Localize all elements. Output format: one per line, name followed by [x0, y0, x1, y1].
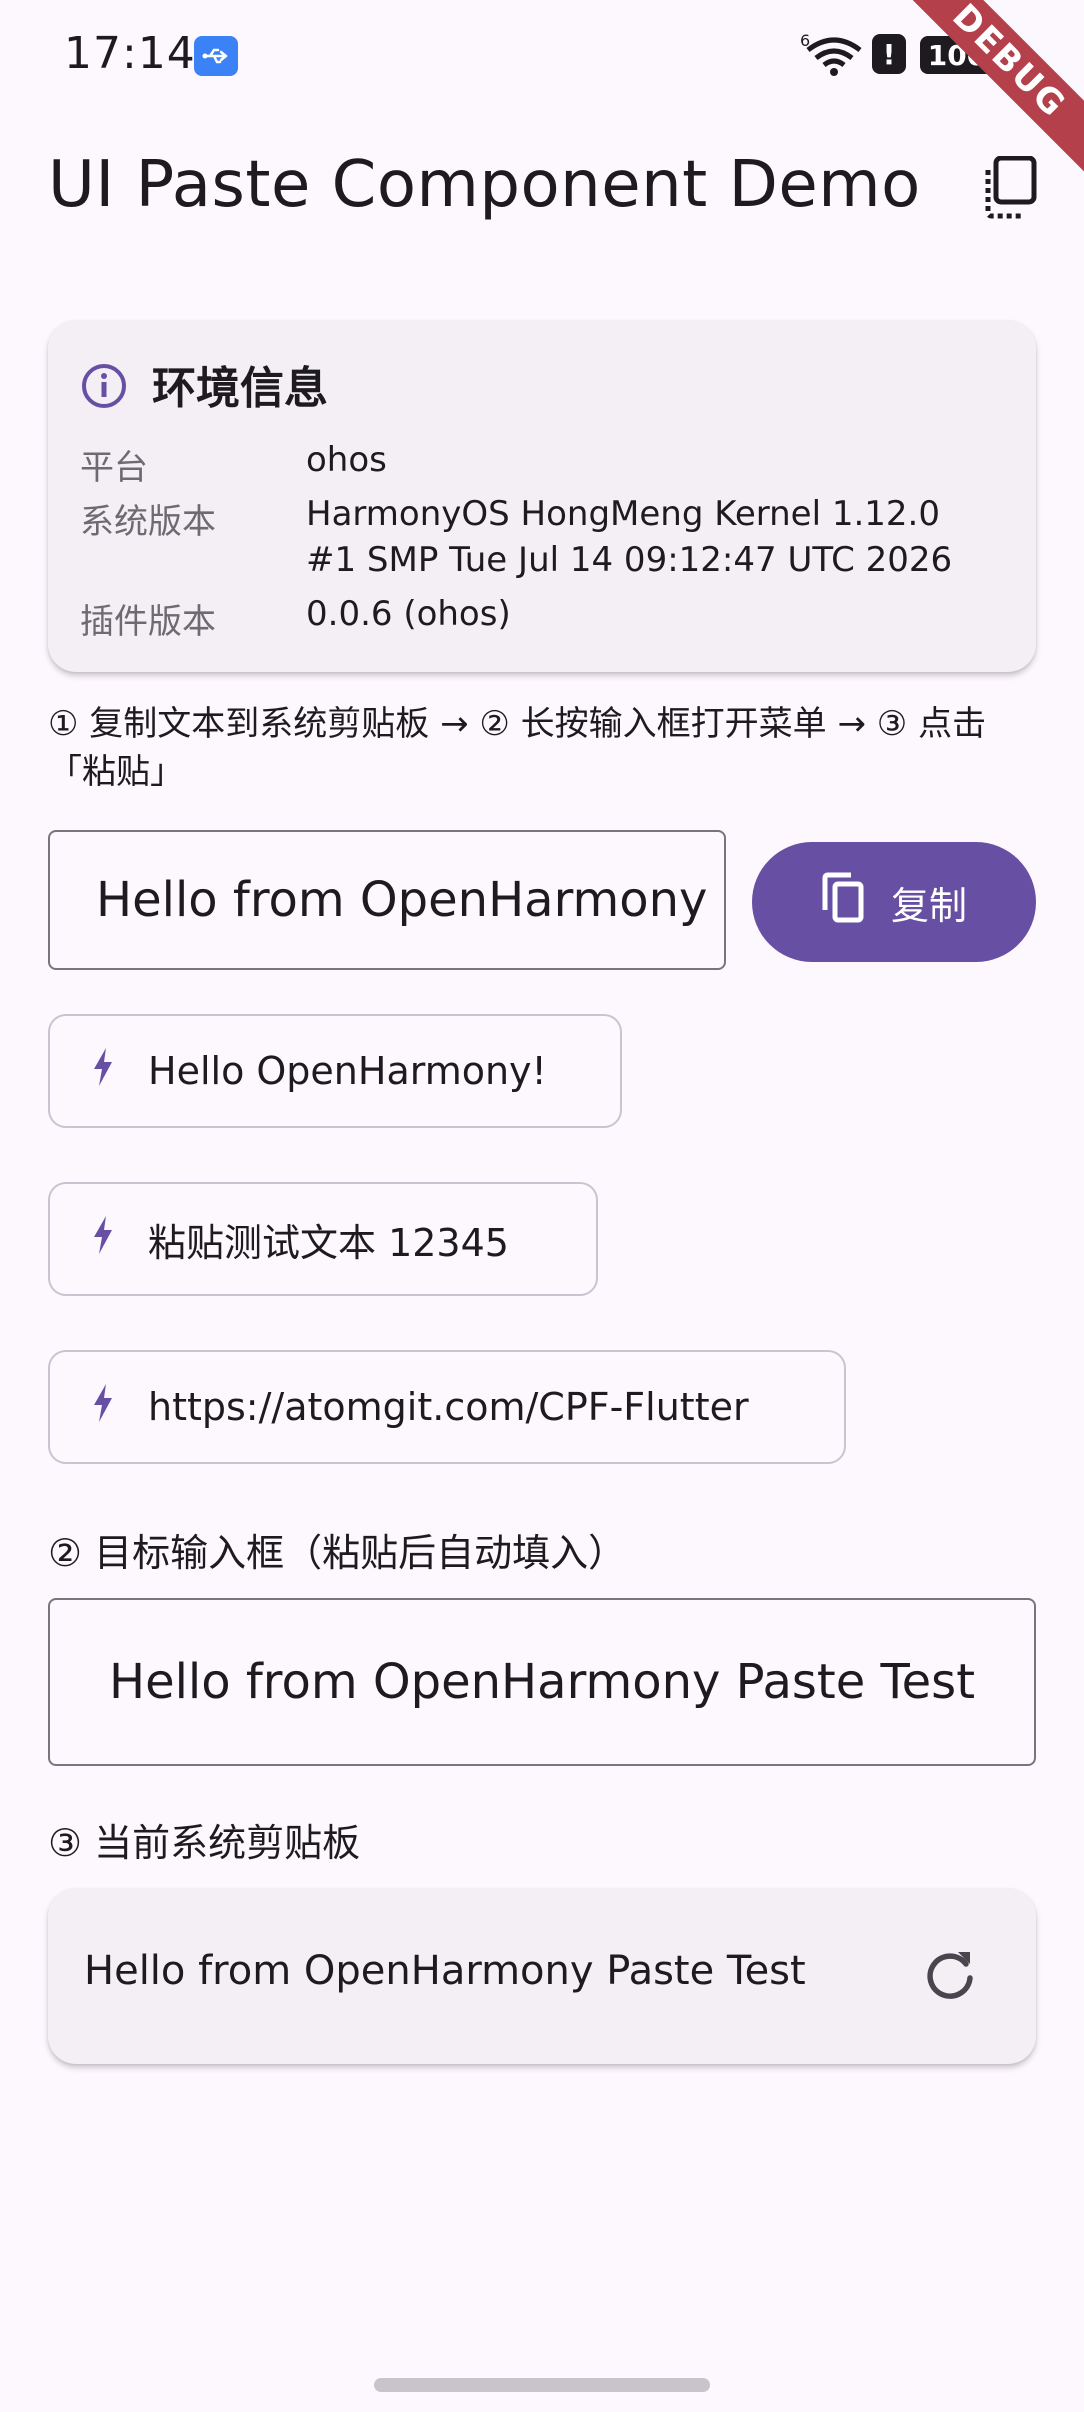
source-input[interactable]: [48, 830, 726, 970]
env-value-os-version-line1: HarmonyOS HongMeng Kernel 1.12.0: [306, 494, 940, 534]
refresh-icon[interactable]: [922, 1946, 978, 2006]
paste-icon[interactable]: [982, 155, 1038, 220]
chip-label: https://atomgit.com/CPF-Flutter: [148, 1385, 749, 1429]
copy-icon: [821, 872, 865, 933]
status-time: 17:14: [64, 28, 196, 79]
flash-icon: [92, 1215, 114, 1263]
env-value-os-version-line2: #1 SMP Tue Jul 14 09:12:47 UTC 2026: [306, 540, 953, 580]
target-section-label: ② 目标输入框（粘贴后自动填入）: [48, 1531, 627, 1575]
quick-text-chip[interactable]: https://atomgit.com/CPF-Flutter: [48, 1350, 846, 1464]
page-title: UI Paste Component Demo: [48, 148, 921, 222]
alert-icon: !: [872, 34, 906, 74]
env-value-plugin-version: 0.0.6 (ohos): [306, 594, 511, 634]
target-input[interactable]: Hello from OpenHarmony Paste Test: [48, 1598, 1036, 1766]
env-value-platform: ohos: [306, 440, 387, 480]
clipboard-section-label: ③ 当前系统剪贴板: [48, 1821, 361, 1865]
usb-icon: [194, 36, 238, 76]
env-label-os-version: 系统版本: [80, 502, 216, 542]
instruction-text: ① 复制文本到系统剪贴板 → ② 长按输入框打开菜单 → ③ 点击「粘贴」: [48, 704, 987, 792]
flash-icon: [92, 1047, 114, 1095]
env-label-platform: 平台: [80, 448, 148, 488]
info-icon: [80, 362, 128, 414]
wifi-icon: 6: [800, 31, 864, 80]
quick-text-chip[interactable]: Hello OpenHarmony!: [48, 1014, 622, 1128]
flash-icon: [92, 1383, 114, 1431]
quick-text-chip[interactable]: 粘贴测试文本 12345: [48, 1182, 598, 1296]
chip-label: Hello OpenHarmony!: [148, 1049, 547, 1093]
environment-card-title: 环境信息: [152, 363, 328, 414]
home-indicator[interactable]: [374, 2378, 710, 2392]
copy-button-label: 复制: [890, 883, 967, 928]
chip-label: 粘贴测试文本 12345: [148, 1220, 509, 1265]
env-label-plugin-version: 插件版本: [80, 602, 216, 642]
copy-button[interactable]: 复制: [752, 842, 1036, 962]
clipboard-value: Hello from OpenHarmony Paste Test: [84, 1948, 806, 1994]
